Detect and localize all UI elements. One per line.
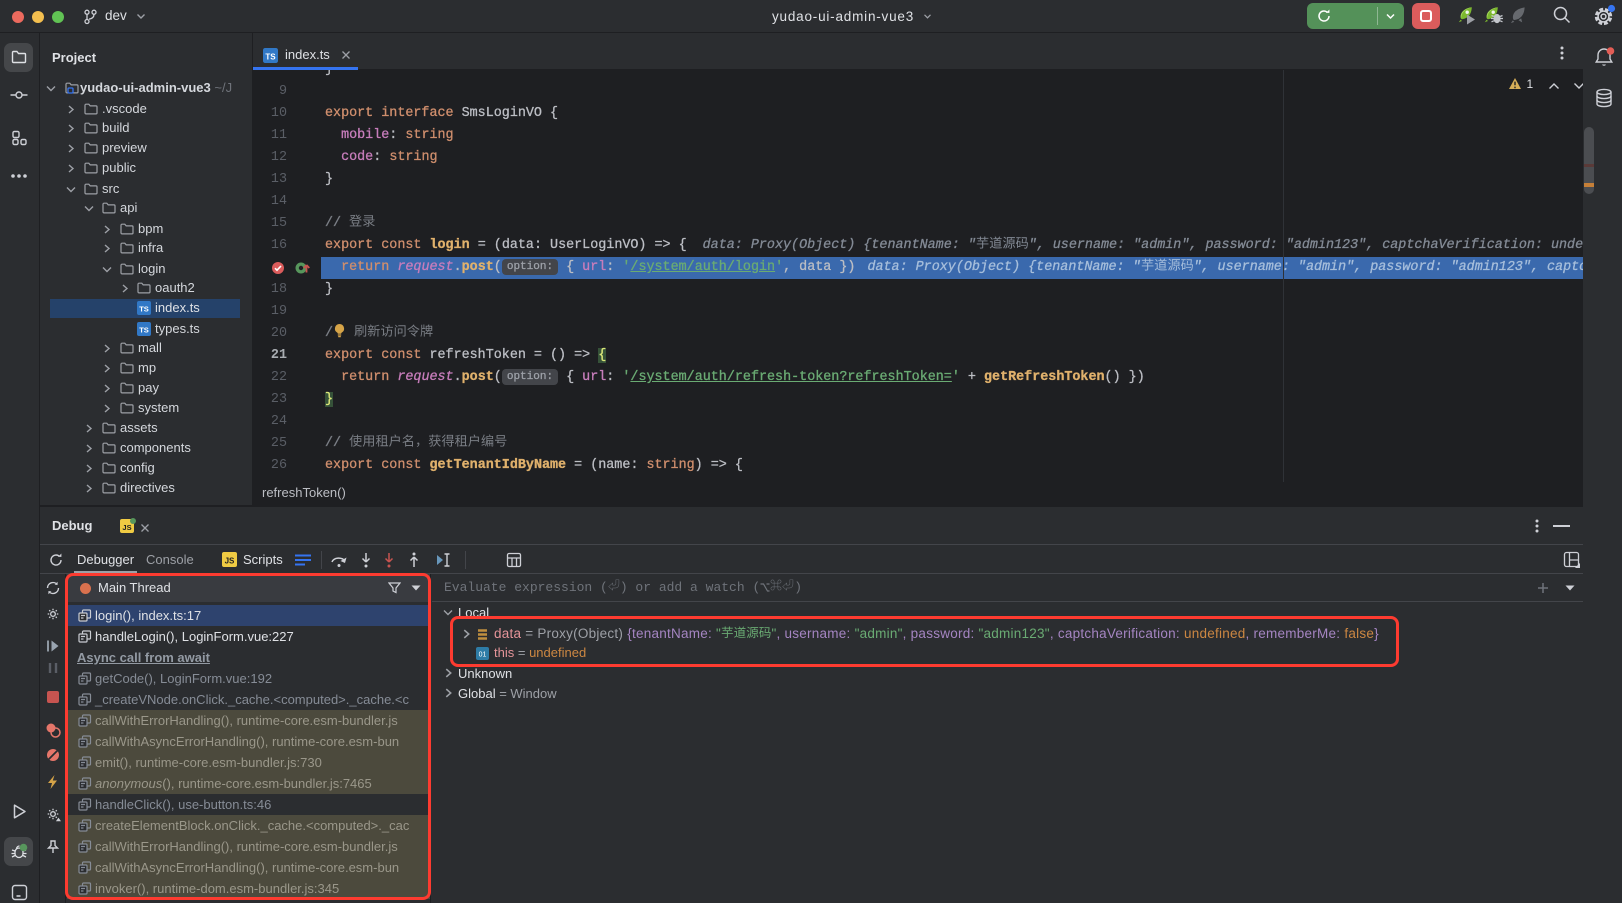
svg-text:TS: TS	[139, 305, 149, 314]
svg-text:JS: JS	[122, 523, 131, 532]
svg-text:TS: TS	[139, 326, 149, 335]
svg-text:JS: JS	[225, 557, 235, 566]
svg-text:TS: TS	[265, 52, 276, 61]
